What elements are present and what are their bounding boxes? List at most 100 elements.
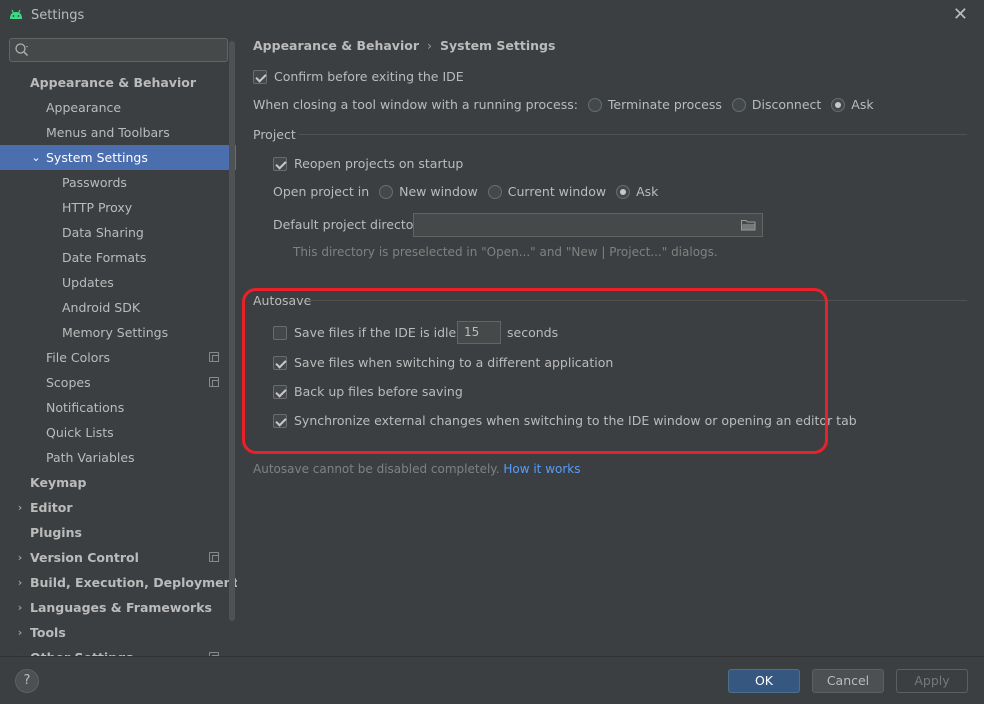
apply-button[interactable]: Apply [896, 669, 968, 693]
sidebar-item[interactable]: Appearance [0, 95, 236, 120]
sidebar-item[interactable]: › Languages & Frameworks [0, 595, 236, 620]
sidebar-item[interactable]: Quick Lists [0, 420, 236, 445]
checkbox-box[interactable] [253, 70, 267, 84]
ok-button[interactable]: OK [728, 669, 800, 693]
sidebar-item[interactable]: › Build, Execution, Deployment [0, 570, 237, 595]
sidebar-item[interactable]: Passwords [0, 170, 236, 195]
search-box[interactable] [9, 38, 228, 62]
default-dir-label: Default project directory: [273, 217, 430, 232]
how-it-works-link[interactable]: How it works [503, 462, 580, 476]
project-scope-icon [209, 377, 219, 387]
new-window-label[interactable]: New window [399, 184, 478, 199]
project-scope-icon [209, 352, 219, 362]
search-input[interactable] [34, 41, 224, 59]
sidebar-item-label: Passwords [62, 175, 127, 190]
sidebar-item-label: Memory Settings [62, 325, 169, 340]
sidebar-item-label: Updates [62, 275, 114, 290]
sidebar-item-label: Appearance [46, 100, 122, 115]
radio-open-ask[interactable] [616, 185, 631, 199]
sidebar-scrollbar[interactable] [229, 41, 235, 621]
open-ask-label[interactable]: Ask [636, 184, 658, 199]
dialog-footer: ? OK Cancel Apply [0, 656, 984, 704]
radio-current-window[interactable] [487, 185, 502, 199]
cancel-button[interactable]: Cancel [812, 669, 884, 693]
sidebar-item[interactable]: Appearance & Behavior [0, 70, 236, 95]
sidebar-item-label: Plugins [30, 525, 82, 540]
chevron-right-icon[interactable]: › [14, 595, 26, 620]
sidebar-item-label: Scopes [46, 375, 91, 390]
reopen-checkbox[interactable]: Reopen projects on startup [273, 154, 463, 174]
project-section-title: Project [253, 127, 296, 142]
confirm-exit-checkbox[interactable]: Confirm before exiting the IDE [253, 67, 464, 87]
sidebar-item[interactable]: Path Variables [0, 445, 236, 470]
sidebar-item[interactable]: › Other Settings [0, 645, 236, 656]
sidebar-item-label: File Colors [46, 350, 111, 365]
sidebar-item[interactable]: Date Formats [0, 245, 236, 270]
project-scope-icon [209, 552, 219, 562]
current-window-label[interactable]: Current window [508, 184, 606, 199]
sidebar-item-label: Keymap [30, 475, 87, 490]
sidebar-item-label: Version Control [30, 550, 139, 565]
sidebar-item[interactable]: Scopes [0, 370, 236, 395]
android-icon [10, 9, 22, 19]
breadcrumb: Appearance & Behavior › System Settings [253, 38, 555, 53]
sidebar-item[interactable]: Android SDK [0, 295, 236, 320]
sidebar-item[interactable]: Memory Settings [0, 320, 236, 345]
breadcrumb-parent[interactable]: Appearance & Behavior [253, 38, 419, 53]
terminate-label[interactable]: Terminate process [608, 97, 722, 112]
sidebar-item[interactable]: Keymap [0, 470, 236, 495]
sidebar-item[interactable]: Menus and Toolbars [0, 120, 236, 145]
chevron-down-icon[interactable]: ⌄ [30, 145, 42, 170]
sidebar-item[interactable]: Updates [0, 270, 236, 295]
sidebar-item[interactable]: Plugins [0, 520, 236, 545]
default-dir-hint: This directory is preselected in "Open..… [293, 245, 718, 259]
sidebar-item[interactable]: ⌄ System Settings [0, 145, 236, 170]
chevron-right-icon[interactable]: › [14, 620, 26, 645]
radio-terminate[interactable] [587, 98, 602, 112]
sidebar-item-label: Other Settings [30, 645, 134, 656]
checkbox-box[interactable] [273, 157, 287, 171]
sidebar-item-label: Appearance & Behavior [30, 75, 196, 90]
sidebar-item-label: Languages & Frameworks [30, 600, 212, 615]
chevron-right-icon[interactable]: › [14, 570, 26, 595]
autosave-note: Autosave cannot be disabled completely. … [253, 462, 580, 476]
disconnect-label[interactable]: Disconnect [752, 97, 821, 112]
sidebar-item-label: Date Formats [62, 250, 147, 265]
sidebar-item[interactable]: HTTP Proxy [0, 195, 236, 220]
radio-ask[interactable] [831, 98, 846, 112]
search-icon [15, 43, 29, 57]
help-button[interactable]: ? [15, 669, 39, 693]
sidebar-item-label: HTTP Proxy [62, 200, 133, 215]
confirm-exit-label: Confirm before exiting the IDE [274, 69, 464, 84]
sidebar-item[interactable]: › Tools [0, 620, 236, 645]
breadcrumb-current: System Settings [440, 38, 556, 53]
open-in-label: Open project in [273, 184, 370, 199]
sidebar-item[interactable]: Notifications [0, 395, 236, 420]
chevron-right-icon[interactable]: › [14, 495, 26, 520]
title-bar: Settings ✕ [0, 0, 984, 31]
project-divider [299, 134, 967, 135]
chevron-right-icon[interactable]: › [14, 545, 26, 570]
settings-sidebar: Appearance & Behavior Appearance Menus and… [0, 31, 237, 656]
sidebar-item-label: Android SDK [62, 300, 141, 315]
sidebar-item-label: Build, Execution, Deployment [30, 575, 237, 590]
radio-disconnect[interactable] [731, 98, 746, 112]
folder-icon[interactable] [741, 219, 756, 231]
window-title: Settings [31, 8, 85, 23]
sidebar-item[interactable]: File Colors [0, 345, 236, 370]
tool-window-label: When closing a tool window with a runnin… [253, 97, 578, 112]
chevron-right-icon[interactable]: › [14, 645, 26, 656]
sidebar-item-label: System Settings [46, 150, 148, 165]
sidebar-item-label: Quick Lists [46, 425, 114, 440]
reopen-label: Reopen projects on startup [294, 156, 464, 171]
sidebar-item[interactable]: › Editor [0, 495, 236, 520]
sidebar-item-label: Tools [30, 625, 66, 640]
close-icon[interactable]: ✕ [953, 4, 968, 25]
radio-new-window[interactable] [379, 185, 394, 199]
default-dir-field[interactable] [413, 213, 763, 237]
sidebar-item-label: Editor [30, 500, 73, 515]
ask-label[interactable]: Ask [851, 97, 873, 112]
sidebar-item-label: Path Variables [46, 450, 135, 465]
sidebar-item[interactable]: › Version Control [0, 545, 236, 570]
sidebar-item[interactable]: Data Sharing [0, 220, 236, 245]
